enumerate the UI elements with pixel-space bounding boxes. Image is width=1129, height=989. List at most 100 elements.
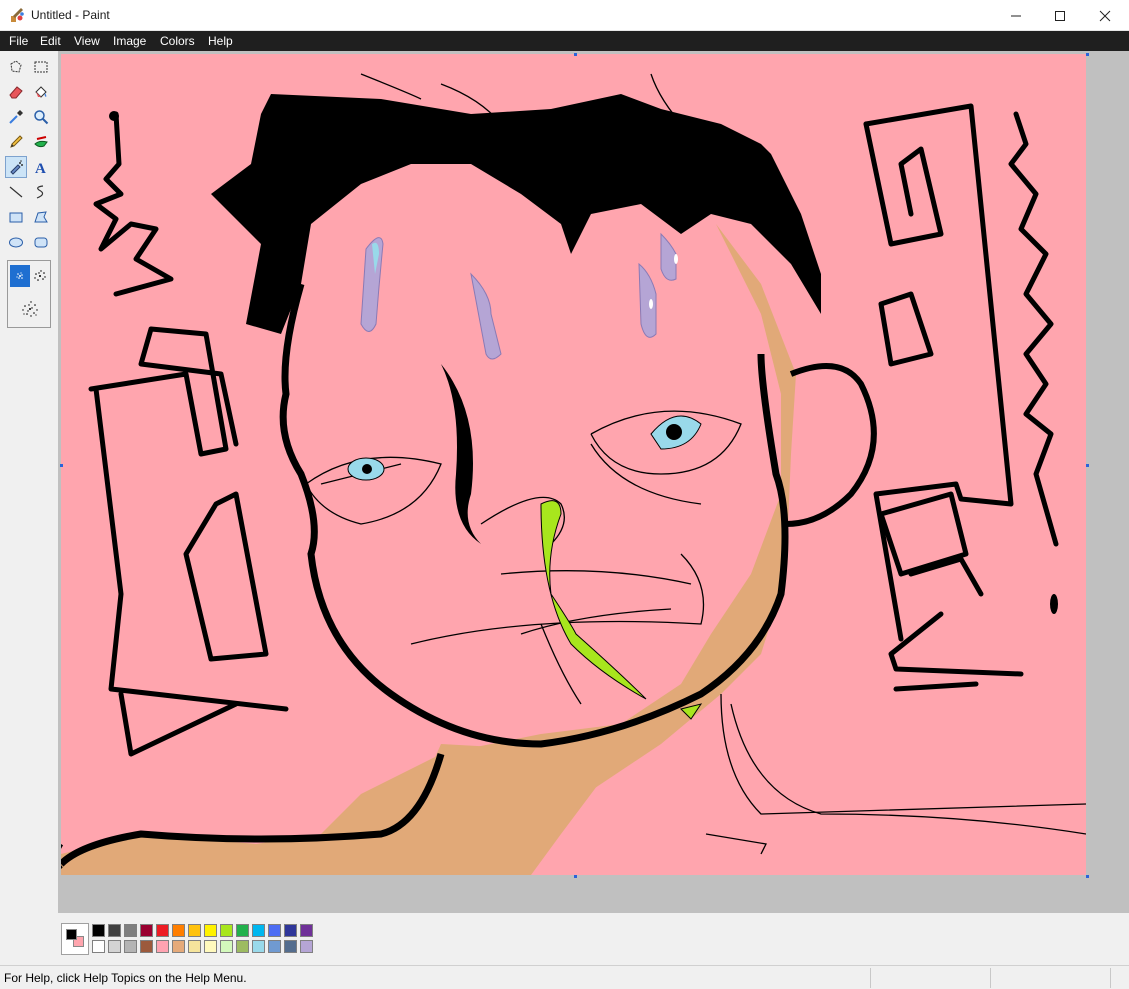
close-icon <box>1099 10 1111 21</box>
resize-handle-top[interactable] <box>574 53 577 56</box>
maximize-icon <box>1055 10 1065 21</box>
status-divider <box>990 968 991 988</box>
menu-edit[interactable]: Edit <box>36 33 65 49</box>
tool-ellipse[interactable] <box>5 231 27 253</box>
palette-swatch[interactable] <box>220 924 233 937</box>
menu-view[interactable]: View <box>70 33 104 49</box>
tool-eraser[interactable] <box>5 81 27 103</box>
minimize-icon <box>1011 15 1021 16</box>
palette-swatch[interactable] <box>204 924 217 937</box>
spray-medium-icon <box>34 270 46 281</box>
title-bar: Untitled - Paint <box>0 0 1129 31</box>
resize-handle-right[interactable] <box>1086 464 1089 467</box>
palette-swatch[interactable] <box>108 924 121 937</box>
palette-swatch[interactable] <box>252 924 265 937</box>
rectangle-icon <box>9 212 23 223</box>
tool-curve[interactable] <box>30 181 52 203</box>
tool-select[interactable] <box>30 56 52 78</box>
window-title: Untitled - Paint <box>31 8 110 22</box>
tool-airbrush[interactable] <box>5 156 27 178</box>
palette-swatch[interactable] <box>236 940 249 953</box>
palette-swatch[interactable] <box>92 924 105 937</box>
pencil-icon <box>10 135 23 148</box>
fill-bucket-icon <box>35 86 47 98</box>
palette-swatch[interactable] <box>300 940 313 953</box>
tool-pick-color[interactable] <box>5 106 27 128</box>
resize-handle-bottom[interactable] <box>574 875 577 878</box>
rounded-rectangle-icon <box>34 237 48 248</box>
maximize-button[interactable] <box>1037 0 1083 31</box>
drawing-canvas[interactable] <box>61 54 1086 875</box>
palette-swatch[interactable] <box>156 940 169 953</box>
tool-magnifier[interactable] <box>30 106 52 128</box>
curve-icon <box>36 185 44 199</box>
eraser-icon <box>9 86 23 99</box>
tool-pencil[interactable] <box>5 131 27 153</box>
tool-text[interactable]: A <box>30 156 52 178</box>
rect-select-icon <box>34 61 48 73</box>
free-form-select-icon <box>10 60 22 73</box>
palette-swatch[interactable] <box>268 924 281 937</box>
tool-rectangle[interactable] <box>5 206 27 228</box>
airbrush-size-large[interactable] <box>18 295 42 323</box>
resize-handle-left[interactable] <box>60 464 63 467</box>
tool-rounded-rectangle[interactable] <box>30 231 52 253</box>
polygon-icon <box>34 211 48 223</box>
menu-image[interactable]: Image <box>109 33 150 49</box>
ellipse-icon <box>9 237 23 248</box>
tool-box: A <box>0 51 58 913</box>
menu-file[interactable]: File <box>5 33 32 49</box>
svg-text:A: A <box>35 161 46 175</box>
tool-line[interactable] <box>5 181 27 203</box>
palette-swatch[interactable] <box>124 940 137 953</box>
drawing-workspace[interactable] <box>58 51 1129 913</box>
airbrush-size-small[interactable] <box>10 265 30 287</box>
tool-fill[interactable] <box>30 81 52 103</box>
status-help-text: For Help, click Help Topics on the Help … <box>4 971 247 985</box>
resize-handle-bottom-right[interactable] <box>1086 875 1089 878</box>
palette-swatch[interactable] <box>284 924 297 937</box>
tool-free-form-select[interactable] <box>5 56 27 78</box>
palette-swatch[interactable] <box>268 940 281 953</box>
palette-swatch[interactable] <box>108 940 121 953</box>
current-colors[interactable] <box>61 923 89 955</box>
line-icon <box>9 186 23 198</box>
tool-options-panel <box>7 260 51 328</box>
palette-swatch[interactable] <box>300 924 313 937</box>
palette-swatch[interactable] <box>140 940 153 953</box>
spray-small-icon <box>16 272 23 279</box>
menu-help[interactable]: Help <box>204 33 237 49</box>
palette-swatch[interactable] <box>236 924 249 937</box>
palette-swatch[interactable] <box>284 940 297 953</box>
resize-handle-top-right[interactable] <box>1086 53 1089 56</box>
close-button[interactable] <box>1082 0 1128 31</box>
spray-large-icon <box>22 301 38 317</box>
tool-polygon[interactable] <box>30 206 52 228</box>
eyedropper-icon <box>9 110 23 124</box>
airbrush-size-medium[interactable] <box>30 265 50 287</box>
palette-swatch[interactable] <box>172 924 185 937</box>
status-divider <box>870 968 871 988</box>
palette-swatch[interactable] <box>204 940 217 953</box>
palette-swatch[interactable] <box>92 940 105 953</box>
drawing <box>61 54 1086 875</box>
airbrush-icon <box>10 160 23 175</box>
menu-bar: File Edit View Image Colors Help <box>0 31 1129 51</box>
status-divider <box>1110 968 1111 988</box>
palette-swatch[interactable] <box>188 924 201 937</box>
magnifier-icon <box>34 110 49 125</box>
palette-swatch[interactable] <box>188 940 201 953</box>
tool-brush[interactable] <box>30 131 52 153</box>
paint-app-icon <box>9 7 25 23</box>
brush-icon <box>34 136 48 148</box>
palette-swatch[interactable] <box>124 924 137 937</box>
palette-swatch[interactable] <box>156 924 169 937</box>
palette-swatch[interactable] <box>220 940 233 953</box>
palette-swatch[interactable] <box>140 924 153 937</box>
palette-swatch[interactable] <box>252 940 265 953</box>
color-palette-bar <box>0 913 1129 965</box>
menu-colors[interactable]: Colors <box>156 33 199 49</box>
palette-swatch[interactable] <box>172 940 185 953</box>
minimize-button[interactable] <box>993 0 1039 31</box>
status-bar: For Help, click Help Topics on the Help … <box>0 965 1129 989</box>
